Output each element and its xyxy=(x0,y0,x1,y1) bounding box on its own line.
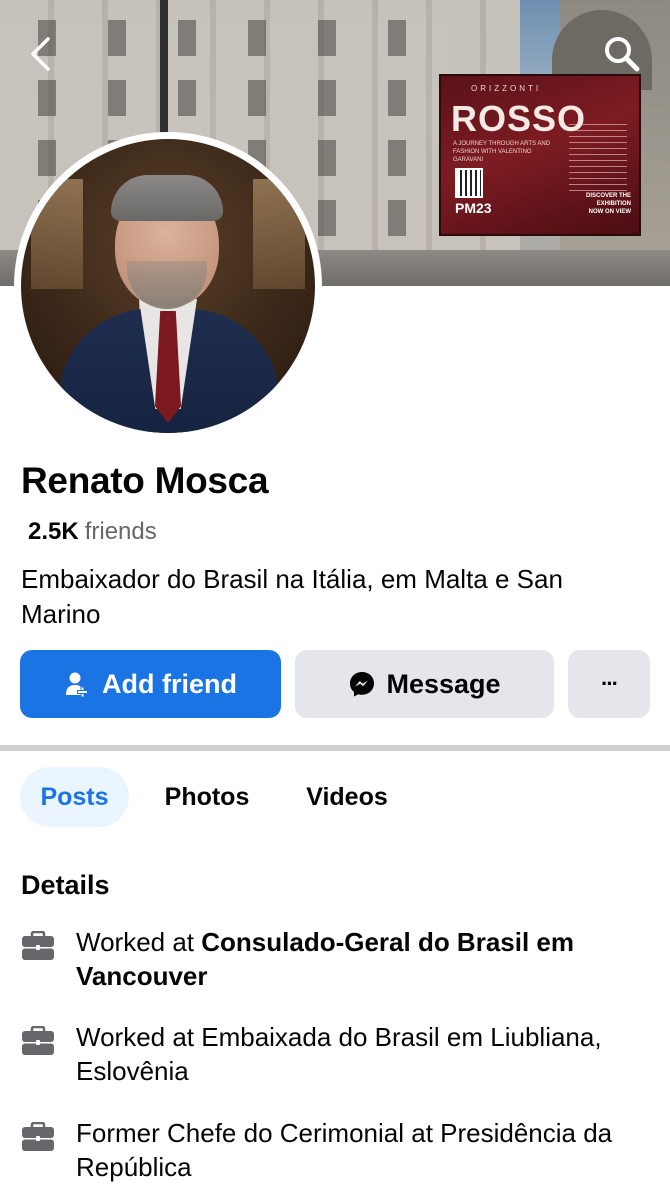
profile-bio: Embaixador do Brasil na Itália, em Malta… xyxy=(21,564,563,629)
search-button[interactable] xyxy=(598,30,646,78)
message-button[interactable]: Message xyxy=(295,650,554,718)
chevron-left-icon xyxy=(31,37,50,71)
details-heading: Details xyxy=(21,870,110,900)
briefcase-icon xyxy=(22,1122,54,1151)
friends-count: 2.5K xyxy=(28,518,79,545)
more-options-label: ··· xyxy=(601,671,619,696)
briefcase-icon xyxy=(22,931,54,960)
back-button[interactable] xyxy=(16,30,64,78)
avatar-hair xyxy=(111,175,223,221)
tab-videos[interactable]: Videos xyxy=(292,767,402,827)
tab-posts[interactable]: Posts xyxy=(20,767,129,827)
add-friend-button[interactable]: Add friend xyxy=(20,650,281,718)
message-label: Message xyxy=(386,668,501,699)
detail-text: Worked at Embaixada do Brasil em Liublia… xyxy=(76,1022,617,1086)
billboard-brand: PM23 xyxy=(455,200,492,216)
avatar-photo xyxy=(21,139,315,433)
billboard-cta-line1: DISCOVER THE EXHIBITION xyxy=(585,193,631,207)
detail-text: Worked at Consulado-Geral do Brasil em V… xyxy=(76,925,651,993)
avatar-background-window xyxy=(253,179,305,289)
profile-picture[interactable] xyxy=(14,132,322,440)
tab-photos[interactable]: Photos xyxy=(152,767,262,827)
friends-label: friends xyxy=(84,518,157,545)
add-person-icon xyxy=(64,670,92,698)
more-options-button[interactable]: ··· xyxy=(568,650,650,718)
detail-text: Former Chefe do Cerimonial at Presidênci… xyxy=(76,1118,613,1182)
search-icon xyxy=(605,37,640,72)
billboard-cta-line2: NOW ON VIEW xyxy=(588,209,631,215)
section-divider xyxy=(0,745,670,751)
billboard-qr-code xyxy=(455,168,483,198)
billboard-subtitle: A JOURNEY THROUGH ARTS AND FASHION WITH … xyxy=(453,141,551,163)
cover-billboard: ORIZZONTI ROSSO A JOURNEY THROUGH ARTS A… xyxy=(441,76,639,234)
avatar-background-window xyxy=(31,179,83,289)
briefcase-icon xyxy=(22,1026,54,1055)
billboard-cta: DISCOVER THE EXHIBITION NOW ON VIEW xyxy=(551,192,631,216)
add-friend-label: Add friend xyxy=(102,668,237,699)
friends-count-link[interactable]: 2.5K friends xyxy=(28,518,157,546)
billboard-kicker: ORIZZONTI xyxy=(471,84,542,93)
messenger-icon xyxy=(348,670,376,698)
billboard-title: ROSSO xyxy=(451,98,587,139)
billboard-text-lines xyxy=(569,124,627,194)
detail-prefix: Worked at xyxy=(76,927,202,957)
profile-name: Renato Mosca xyxy=(21,460,269,501)
cover-lamp-pole xyxy=(160,0,168,140)
